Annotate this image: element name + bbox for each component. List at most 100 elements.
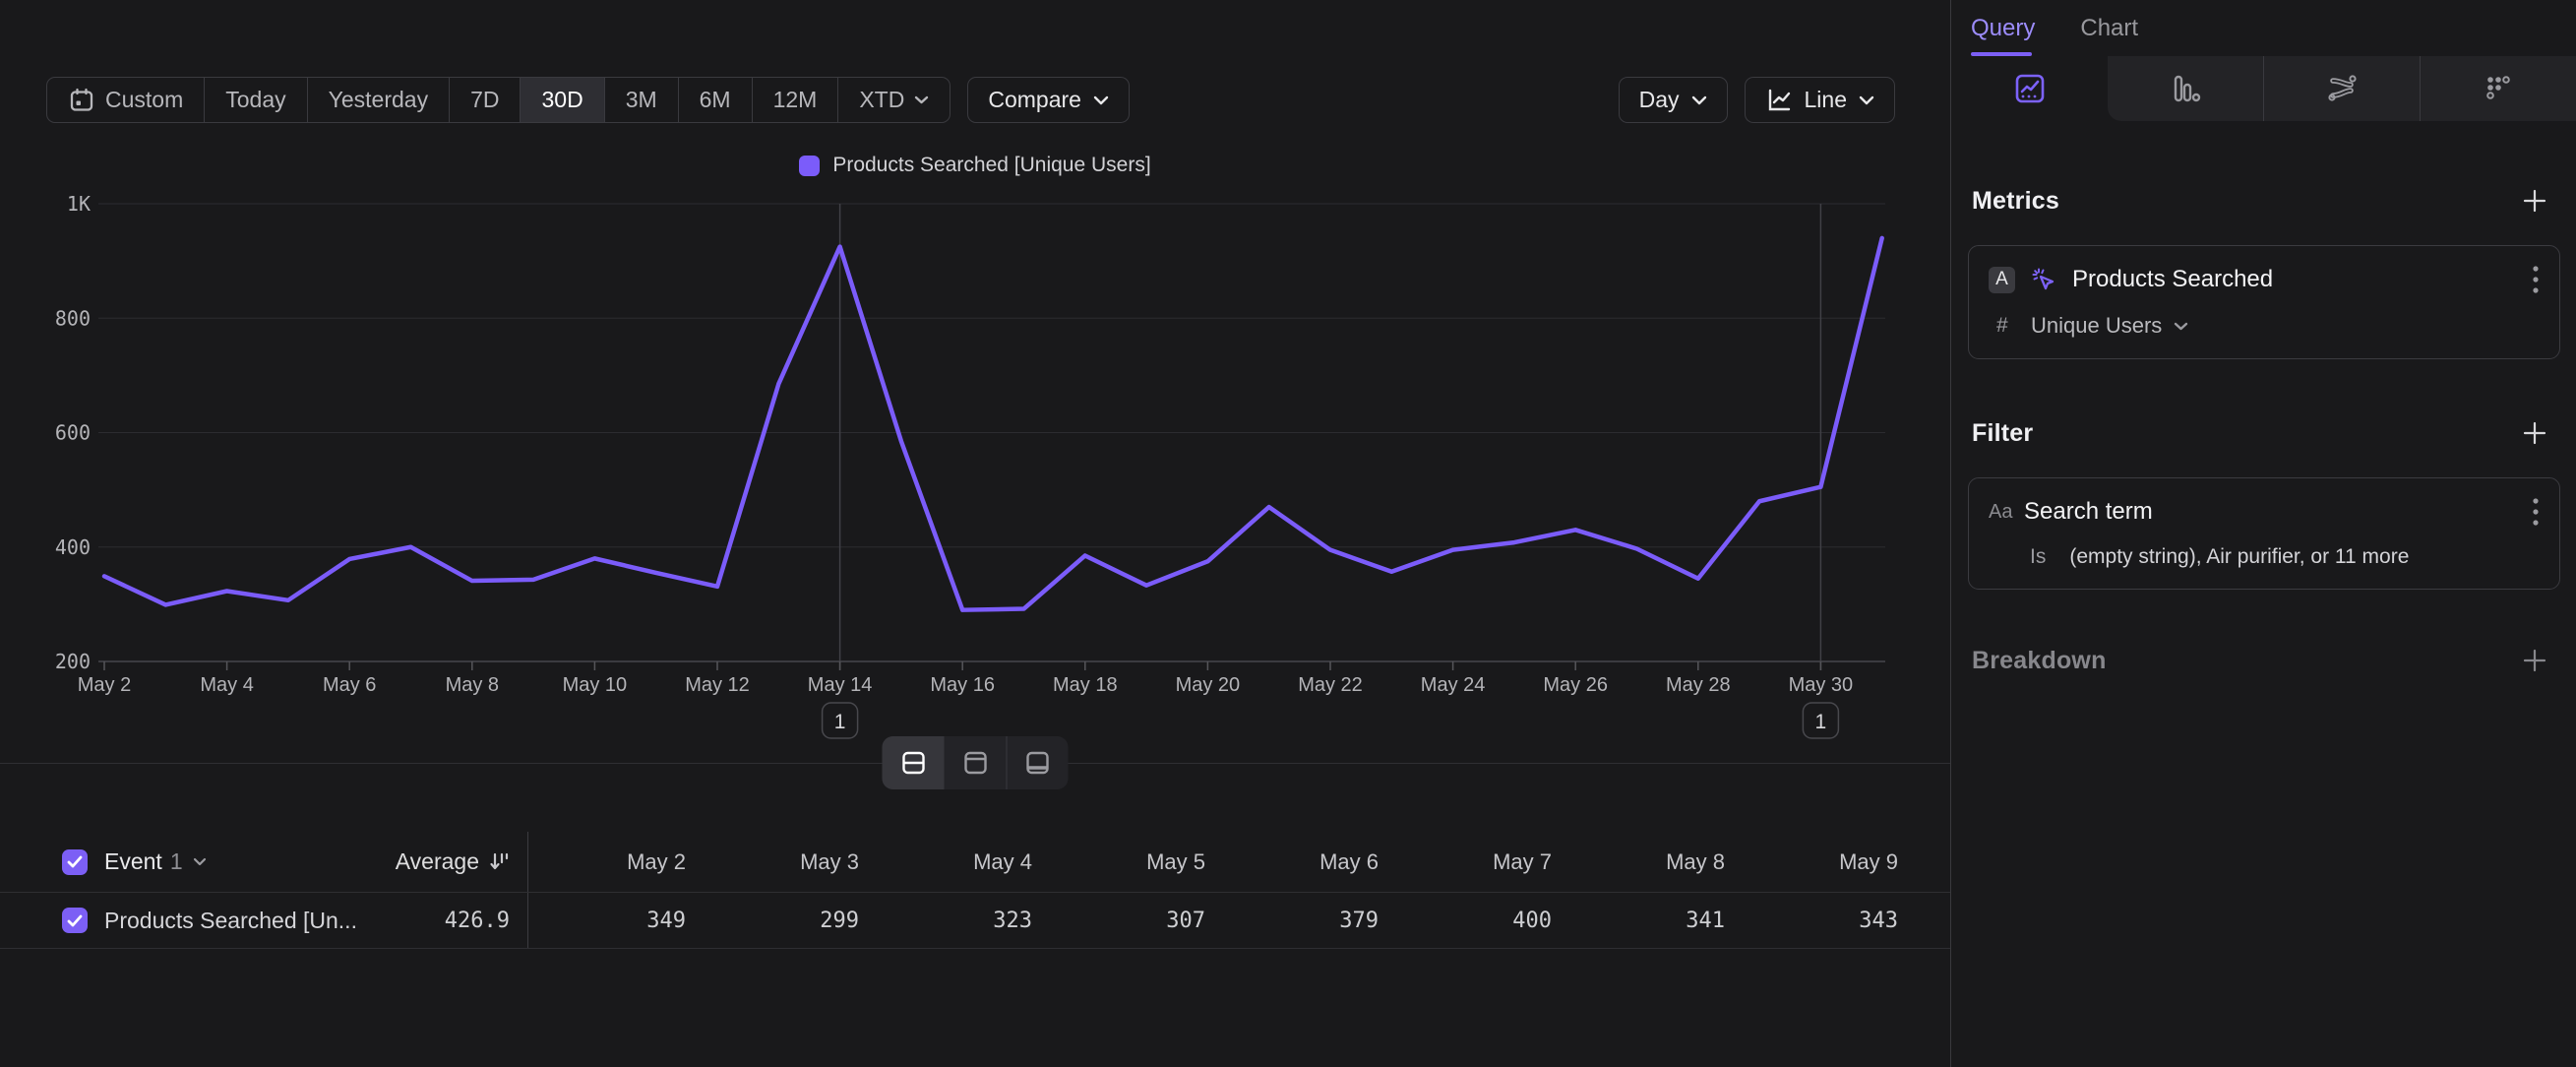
chart-type-label: Line [1805, 87, 1847, 113]
add-filter-button[interactable] [2522, 420, 2547, 446]
date-columns-header: May 2May 3May 4May 5May 6May 7May 8May 9 [528, 832, 1950, 892]
layout-split-button[interactable] [883, 736, 945, 789]
chevron-down-icon[interactable] [2174, 322, 2188, 331]
metric-card[interactable]: A Products Searched # Unique Users [1968, 245, 2560, 359]
row-checkbox[interactable] [62, 908, 88, 933]
legend-label: Products Searched [Unique Users] [832, 154, 1150, 177]
metric-name[interactable]: Products Searched [2072, 266, 2273, 293]
date-range-group: CustomTodayYesterday7D30D3M6M12MXTD [46, 77, 951, 123]
range-button-30d[interactable]: 30D [520, 78, 603, 122]
table-row: Products Searched [Un... 426.9 349299323… [0, 892, 1950, 949]
filter-heading: Filter [1972, 419, 2033, 448]
x-axis-label: May 12 [685, 674, 750, 696]
filter-property-name[interactable]: Search term [2024, 498, 2153, 526]
range-button-12m[interactable]: 12M [752, 78, 838, 122]
breakdown-heading: Breakdown [1972, 647, 2107, 675]
value-cell: 379 [1221, 909, 1394, 933]
query-sidebar: Query Chart Metrics A [1952, 0, 2576, 1067]
range-button-xtd[interactable]: XTD [837, 78, 950, 122]
legend-item[interactable]: Products Searched [Unique Users] [799, 154, 1150, 177]
string-property-icon: Aa [1989, 501, 2024, 524]
tab-query[interactable]: Query [1971, 15, 2035, 42]
filter-operator[interactable]: Is [2030, 545, 2046, 569]
range-button-6m[interactable]: 6M [678, 78, 752, 122]
chevron-down-icon[interactable] [193, 857, 207, 866]
breakdown-section-header: Breakdown [1952, 646, 2576, 675]
x-axis-label: May 22 [1298, 674, 1363, 696]
legend-swatch [799, 156, 820, 176]
metric-letter-badge: A [1989, 267, 2015, 293]
range-button-3m[interactable]: 3M [604, 78, 678, 122]
y-axis-label: 200 [55, 650, 91, 673]
metrics-heading: Metrics [1972, 187, 2059, 216]
sort-descending-icon[interactable] [488, 851, 510, 873]
chevron-down-icon [1691, 95, 1707, 105]
chart-type-group [2108, 56, 2576, 121]
select-all-checkbox[interactable] [62, 849, 88, 875]
row-event-name: Products Searched [Un... [104, 908, 357, 934]
x-axis-label: May 30 [1789, 674, 1854, 696]
measure-selector[interactable]: Unique Users [2031, 313, 2162, 339]
table-header-left: Event 1 Average [0, 832, 528, 892]
active-tab-underline [1971, 52, 2032, 56]
range-button-yesterday[interactable]: Yesterday [307, 78, 449, 122]
value-cell: 343 [1741, 909, 1914, 933]
measure-symbol: # [1996, 314, 2012, 338]
date-column-header[interactable]: May 2 [528, 849, 702, 875]
layout-toggle [883, 736, 1069, 789]
kebab-menu-icon[interactable] [2532, 264, 2540, 295]
chart-type-bar-button[interactable] [2108, 56, 2263, 121]
compare-button[interactable]: Compare [967, 77, 1130, 123]
range-button-7d[interactable]: 7D [449, 78, 520, 122]
x-axis-label: May 4 [200, 674, 253, 696]
date-column-header[interactable]: May 6 [1221, 849, 1394, 875]
x-axis-label: May 2 [78, 674, 131, 696]
add-metric-button[interactable] [2522, 188, 2547, 214]
x-axis-label: May 10 [563, 674, 628, 696]
x-axis-label: May 14 [808, 674, 873, 696]
series-line[interactable] [104, 238, 1882, 610]
layout-table-only-button[interactable] [1007, 736, 1069, 789]
table-row-left: Products Searched [Un... 426.9 [0, 893, 528, 948]
table-header-row: Event 1 Average May 2May 3May 4May 5May … [0, 832, 1950, 892]
granularity-label: Day [1639, 87, 1680, 113]
event-count: 1 [170, 848, 183, 875]
x-axis-label: May 16 [930, 674, 995, 696]
y-axis-label: 600 [55, 421, 91, 445]
line-chart[interactable]: 2004006008001K11May 2May 4May 6May 8May … [0, 187, 1951, 748]
kebab-menu-icon[interactable] [2532, 496, 2540, 528]
chart-type-button[interactable]: Line [1745, 77, 1895, 123]
chart-type-line-button[interactable] [1952, 56, 2108, 121]
chart-type-metric-button[interactable] [2420, 56, 2576, 121]
value-cell: 323 [875, 909, 1048, 933]
x-axis-label: May 24 [1421, 674, 1486, 696]
chart-type-flow-button[interactable] [2263, 56, 2420, 121]
chevron-down-icon [1859, 95, 1874, 105]
layout-chart-only-button[interactable] [945, 736, 1007, 789]
date-column-header[interactable]: May 4 [875, 849, 1048, 875]
range-button-custom[interactable]: Custom [47, 78, 204, 122]
average-column-label[interactable]: Average [396, 848, 479, 875]
results-table: Event 1 Average May 2May 3May 4May 5May … [0, 832, 1950, 949]
x-axis-label: May 20 [1176, 674, 1241, 696]
date-column-header[interactable]: May 9 [1741, 849, 1914, 875]
range-button-today[interactable]: Today [204, 78, 306, 122]
calendar-icon [68, 87, 95, 114]
date-column-header[interactable]: May 7 [1394, 849, 1567, 875]
x-axis-label: May 8 [446, 674, 499, 696]
chart-legend: Products Searched [Unique Users] [0, 154, 1950, 177]
y-axis-label: 800 [55, 306, 91, 330]
granularity-button[interactable]: Day [1619, 77, 1728, 123]
date-column-header[interactable]: May 8 [1567, 849, 1741, 875]
tab-chart[interactable]: Chart [2080, 15, 2138, 42]
value-cell: 307 [1048, 909, 1221, 933]
date-column-header[interactable]: May 3 [702, 849, 875, 875]
add-breakdown-button[interactable] [2522, 648, 2547, 673]
x-axis-label: May 18 [1053, 674, 1118, 696]
report-main-area: CustomTodayYesterday7D30D3M6M12MXTD Comp… [0, 0, 1951, 1067]
date-column-header[interactable]: May 5 [1048, 849, 1221, 875]
value-cell: 299 [702, 909, 875, 933]
event-column-label[interactable]: Event [104, 848, 162, 875]
filter-card[interactable]: Aa Search term Is (empty string), Air pu… [1968, 477, 2560, 590]
filter-value[interactable]: (empty string), Air purifier, or 11 more [2069, 545, 2409, 569]
